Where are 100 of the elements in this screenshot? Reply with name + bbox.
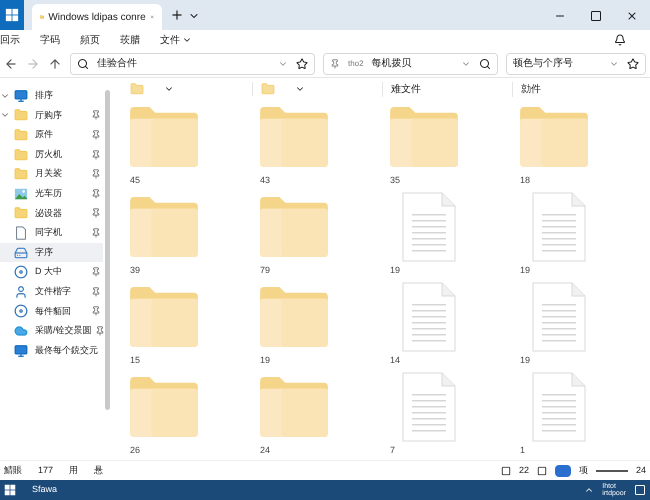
bell-icon[interactable] — [614, 34, 626, 46]
item-label: 39 — [130, 264, 142, 277]
search-field[interactable]: 顿色与个序号 — [506, 52, 646, 74]
sidebar-item[interactable]: D 大中 — [0, 262, 103, 282]
file-item[interactable]: 15 — [122, 280, 252, 368]
folder-icon — [130, 82, 144, 96]
tab-title: Windows ldipas conre — [48, 10, 146, 24]
sidebar-label: 光车历 — [34, 187, 62, 200]
search-icon — [479, 58, 491, 70]
sidebar-label: 泌设器 — [34, 206, 62, 220]
item-label: 1 — [520, 444, 526, 457]
file-item[interactable]: 1 — [512, 370, 642, 458]
sidebar-item[interactable]: 月关裟 — [0, 164, 103, 184]
sidebar-item[interactable]: 厅购序 — [0, 106, 103, 126]
taskbar-label[interactable]: Sfawa — [32, 483, 58, 497]
file-item[interactable]: 7 — [382, 370, 512, 458]
menu-item[interactable]: 字码 — [40, 32, 60, 48]
path-field[interactable]: tho2 每机拨贝 — [323, 52, 498, 74]
item-count: 22 — [518, 464, 529, 477]
sidebar-item[interactable]: 采購/铨交景圆 — [0, 321, 103, 341]
item-label: 19 — [520, 354, 532, 367]
column-header[interactable]: 勍件 — [521, 82, 541, 96]
folder-icon — [13, 107, 29, 124]
monitor-icon — [13, 88, 29, 104]
up-icon[interactable] — [48, 56, 62, 70]
file-item[interactable]: 35 — [382, 100, 512, 188]
zoom-text: 24 — [636, 464, 646, 477]
file-item[interactable]: 18 — [512, 100, 642, 188]
sidebar-label: D 大中 — [34, 265, 62, 278]
folder-icon — [260, 107, 328, 167]
scrollbar[interactable] — [105, 90, 110, 410]
disk-icon — [13, 303, 29, 320]
monitor-icon — [13, 342, 29, 359]
file-item[interactable]: 79 — [252, 190, 382, 278]
status-text: 用 — [69, 464, 78, 477]
document-icon — [532, 282, 586, 352]
item-label: 43 — [260, 174, 272, 187]
folder-icon — [520, 107, 588, 167]
item-label: 19 — [390, 264, 402, 277]
file-item[interactable]: 19 — [382, 190, 512, 278]
sidebar-item[interactable]: 文件楷字 — [0, 282, 103, 302]
status-text: 悬 — [94, 464, 104, 477]
file-item[interactable]: 19 — [252, 280, 382, 368]
new-tab-icon[interactable] — [170, 8, 184, 22]
folder-icon — [13, 166, 29, 182]
view-toggle[interactable] — [554, 464, 571, 476]
sidebar-item[interactable]: 每件貊回 — [0, 302, 103, 322]
file-item[interactable]: 26 — [122, 370, 252, 458]
file-item[interactable]: 45 — [122, 100, 252, 188]
browser-tab[interactable]: Windows ldipas conre — [32, 4, 162, 30]
document-icon — [402, 282, 456, 352]
star-icon — [627, 58, 639, 70]
sidebar-label: 每件貊回 — [34, 304, 71, 318]
item-label: 79 — [260, 264, 272, 277]
file-item[interactable]: 24 — [252, 370, 382, 458]
document-icon — [402, 372, 456, 442]
maximize-icon[interactable] — [590, 10, 602, 22]
windows-icon[interactable] — [5, 8, 19, 22]
sidebar-label: 采購/铨交景圆 — [34, 324, 92, 338]
file-item[interactable]: 19 — [512, 190, 642, 278]
folder-icon — [260, 197, 328, 257]
address-field[interactable]: 佳验合件 — [70, 52, 315, 74]
sidebar-item[interactable]: 最佟每个鋴交元 — [0, 340, 103, 360]
sidebar-item[interactable]: 排序 — [0, 86, 103, 106]
search-text: 顿色与个序号 — [513, 56, 573, 71]
item-label: 19 — [520, 264, 532, 277]
document-icon — [532, 192, 586, 262]
sidebar-label: 月关裟 — [34, 167, 62, 180]
path-text: 每机拨贝 — [372, 56, 412, 71]
back-icon[interactable] — [4, 56, 18, 70]
sidebar-label: 最佟每个鋴交元 — [34, 344, 98, 357]
item-label: 19 — [260, 354, 272, 367]
address-text: 佳验合件 — [97, 57, 137, 71]
start-icon[interactable] — [4, 484, 16, 496]
file-item[interactable]: 19 — [512, 280, 642, 368]
column-header[interactable]: 难文件 — [391, 82, 421, 96]
item-label: 45 — [130, 174, 142, 187]
sidebar-item[interactable]: 同字机 — [0, 223, 103, 243]
sidebar-item[interactable]: 泌设器 — [0, 204, 103, 224]
pin-icon — [330, 58, 340, 68]
menu-item[interactable]: 莰腊 — [120, 32, 140, 48]
sidebar-item[interactable]: 字序 — [0, 242, 103, 262]
details-icon[interactable] — [536, 466, 547, 476]
file-item[interactable]: 43 — [252, 100, 382, 188]
menu-item[interactable]: 回示 — [0, 32, 20, 48]
file-item[interactable]: 14 — [382, 280, 512, 368]
sidebar-label: 字序 — [34, 246, 53, 259]
menu-item[interactable]: 文件 — [160, 32, 192, 48]
sidebar-item[interactable]: 厉火机 — [0, 144, 103, 164]
item-label: 24 — [260, 444, 272, 457]
sidebar-item[interactable]: 原件 — [0, 125, 103, 145]
close-icon[interactable] — [626, 10, 638, 22]
document-icon — [13, 224, 29, 241]
file-item[interactable]: 39 — [122, 190, 252, 278]
view-icon[interactable] — [500, 466, 511, 476]
notification-icon[interactable] — [634, 484, 646, 496]
folder-icon — [13, 205, 29, 222]
sidebar-item[interactable]: 光车历 — [0, 184, 103, 204]
menu-item[interactable]: 頻页 — [80, 32, 100, 48]
folder-icon — [260, 377, 328, 437]
